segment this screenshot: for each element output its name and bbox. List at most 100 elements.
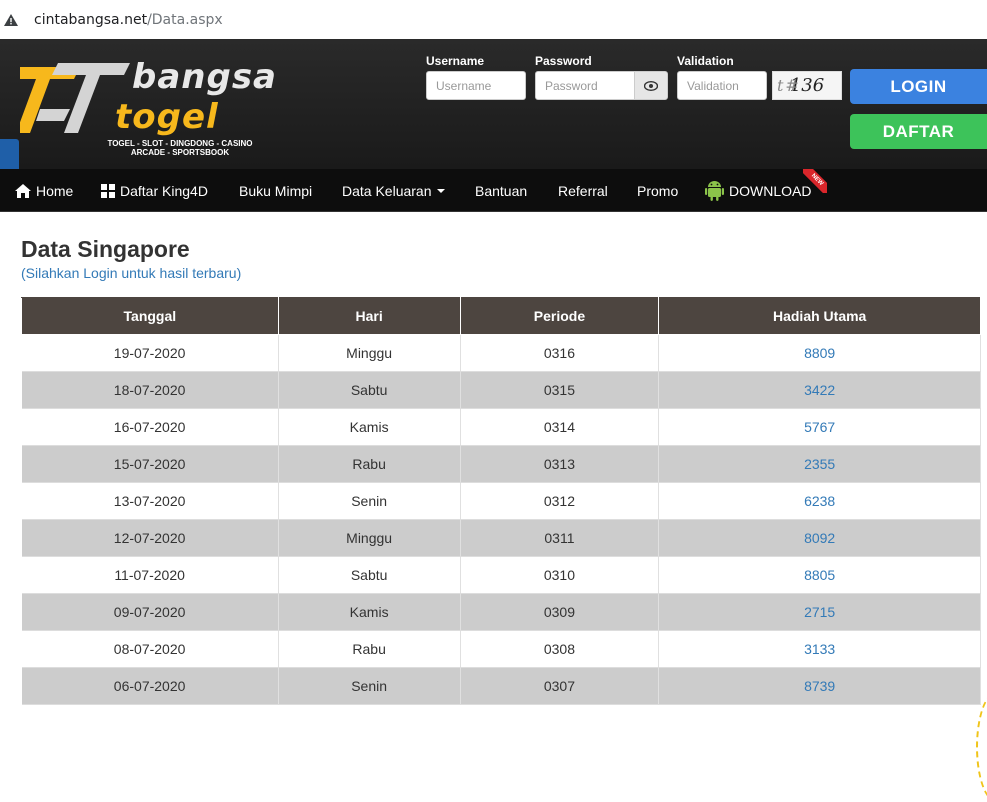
nav-promo[interactable]: Promo bbox=[637, 169, 678, 212]
header-hari: Hari bbox=[277, 297, 461, 335]
cell-hadiah-utama[interactable]: 5767 bbox=[658, 408, 981, 446]
cell-tanggal: 13-07-2020 bbox=[21, 482, 279, 520]
url-path: /Data.aspx bbox=[147, 11, 223, 28]
results-table: Tanggal Hari Periode Hadiah Utama 19-07-… bbox=[21, 297, 981, 705]
android-icon bbox=[705, 180, 724, 201]
password-label: Password bbox=[535, 54, 592, 68]
cell-periode: 0308 bbox=[460, 630, 660, 668]
nav-daftar-king4d[interactable]: Daftar King4D bbox=[101, 169, 208, 212]
home-icon bbox=[15, 183, 31, 198]
nav-download-label: DOWNLOAD bbox=[729, 182, 812, 199]
table-header-row: Tanggal Hari Periode Hadiah Utama bbox=[21, 297, 981, 335]
nav-data-keluaran-label: Data Keluaran bbox=[342, 182, 432, 199]
logo-word-togel: togel bbox=[115, 97, 219, 137]
site-logo[interactable]: bangsa togel TOGEL - SLOT - DINGDONG - C… bbox=[20, 57, 290, 157]
cell-hari: Minggu bbox=[278, 519, 461, 557]
cell-tanggal: 09-07-2020 bbox=[21, 593, 279, 631]
nav-daftar-king4d-label: Daftar King4D bbox=[120, 182, 208, 199]
cell-periode: 0307 bbox=[460, 667, 660, 705]
cell-hadiah-utama[interactable]: 3422 bbox=[658, 371, 981, 409]
show-password-button[interactable] bbox=[634, 71, 668, 100]
cell-periode: 0310 bbox=[460, 556, 660, 594]
cell-hadiah-utama[interactable]: 8809 bbox=[658, 334, 981, 372]
cell-periode: 0311 bbox=[460, 519, 660, 557]
cell-hadiah-utama[interactable]: 8739 bbox=[658, 667, 981, 705]
nav-download[interactable]: DOWNLOAD bbox=[705, 169, 811, 212]
table-row: 19-07-2020 Minggu 0316 8809 bbox=[21, 334, 981, 372]
cell-hadiah-utama[interactable]: 6238 bbox=[658, 482, 981, 520]
cell-tanggal: 06-07-2020 bbox=[21, 667, 279, 705]
cell-periode: 0316 bbox=[460, 334, 660, 372]
nav-referral-label: Referral bbox=[558, 182, 608, 199]
table-row: 11-07-2020 Sabtu 0310 8805 bbox=[21, 556, 981, 594]
caret-down-icon bbox=[436, 188, 445, 193]
cell-tanggal: 19-07-2020 bbox=[21, 334, 279, 372]
cell-hadiah-utama[interactable]: 8805 bbox=[658, 556, 981, 594]
nav-promo-label: Promo bbox=[637, 182, 679, 199]
validation-label: Validation bbox=[677, 54, 734, 68]
table-row: 13-07-2020 Senin 0312 6238 bbox=[21, 482, 981, 520]
nav-buku-mimpi[interactable]: Buku Mimpi bbox=[239, 169, 312, 212]
main-content: Data Singapore (Silahkan Login untuk has… bbox=[0, 212, 987, 802]
captcha-noise: t# bbox=[777, 76, 801, 95]
table-row: 16-07-2020 Kamis 0314 5767 bbox=[21, 408, 981, 446]
nav-bantuan[interactable]: Bantuan bbox=[475, 169, 527, 212]
nav-referral[interactable]: Referral bbox=[558, 169, 608, 212]
register-button[interactable]: DAFTAR bbox=[850, 114, 987, 149]
site-header: bangsa togel TOGEL - SLOT - DINGDONG - C… bbox=[0, 39, 987, 170]
table-row: 18-07-2020 Sabtu 0315 3422 bbox=[21, 371, 981, 409]
cell-hadiah-utama[interactable]: 8092 bbox=[658, 519, 981, 557]
table-row: 09-07-2020 Kamis 0309 2715 bbox=[21, 593, 981, 631]
cell-periode: 0312 bbox=[460, 482, 660, 520]
cell-hari: Minggu bbox=[278, 334, 461, 372]
login-hint-link[interactable]: (Silahkan Login untuk hasil terbaru) bbox=[21, 265, 241, 281]
nav-data-keluaran[interactable]: Data Keluaran bbox=[342, 169, 445, 212]
nav-home-label: Home bbox=[36, 182, 74, 199]
login-button[interactable]: LOGIN bbox=[850, 69, 987, 104]
cell-tanggal: 11-07-2020 bbox=[21, 556, 279, 594]
logo-word-bangsa: bangsa bbox=[132, 57, 278, 97]
cell-hari: Kamis bbox=[278, 593, 461, 631]
side-tab[interactable] bbox=[0, 139, 19, 170]
header-tanggal: Tanggal bbox=[21, 297, 279, 335]
captcha-image: t# 136 bbox=[772, 71, 842, 100]
cell-hadiah-utama[interactable]: 2355 bbox=[658, 445, 981, 483]
cell-tanggal: 08-07-2020 bbox=[21, 630, 279, 668]
cell-hari: Sabtu bbox=[278, 556, 461, 594]
validation-input[interactable]: Validation bbox=[677, 71, 767, 100]
cell-periode: 0313 bbox=[460, 445, 660, 483]
windows-icon bbox=[101, 183, 115, 198]
cell-hari: Rabu bbox=[278, 445, 461, 483]
table-row: 15-07-2020 Rabu 0313 2355 bbox=[21, 445, 981, 483]
cell-tanggal: 16-07-2020 bbox=[21, 408, 279, 446]
not-secure-warning-icon[interactable] bbox=[4, 13, 18, 26]
cell-periode: 0309 bbox=[460, 593, 660, 631]
table-row: 08-07-2020 Rabu 0308 3133 bbox=[21, 630, 981, 668]
logo-tagline-1: TOGEL - SLOT - DINGDONG - CASINO bbox=[107, 139, 253, 148]
cell-periode: 0314 bbox=[460, 408, 660, 446]
cell-periode: 0315 bbox=[460, 371, 660, 409]
nav-bantuan-label: Bantuan bbox=[475, 182, 528, 199]
nav-home[interactable]: Home bbox=[15, 169, 73, 212]
cell-hadiah-utama[interactable]: 3133 bbox=[658, 630, 981, 668]
logo-mark-icon bbox=[20, 63, 130, 133]
nav-buku-mimpi-label: Buku Mimpi bbox=[239, 182, 313, 199]
cell-hadiah-utama[interactable]: 2715 bbox=[658, 593, 981, 631]
table-row: 06-07-2020 Senin 0307 8739 bbox=[21, 667, 981, 705]
username-input[interactable]: Username bbox=[426, 71, 526, 100]
eye-icon bbox=[644, 80, 658, 91]
cell-tanggal: 15-07-2020 bbox=[21, 445, 279, 483]
url-text[interactable]: cintabangsa.net/Data.aspx bbox=[34, 12, 223, 28]
password-input[interactable]: Password bbox=[535, 71, 635, 100]
page-title: Data Singapore bbox=[21, 236, 190, 262]
logo-tagline-2: ARCADE - SPORTSBOOK bbox=[130, 148, 230, 157]
cell-hari: Senin bbox=[278, 482, 461, 520]
url-host: cintabangsa.net bbox=[34, 11, 148, 28]
cell-hari: Kamis bbox=[278, 408, 461, 446]
main-nav: Home Daftar King4D Buku Mimpi Data Kelua… bbox=[0, 169, 987, 212]
decorative-circle bbox=[976, 692, 987, 802]
browser-address-bar[interactable]: cintabangsa.net/Data.aspx bbox=[0, 0, 987, 39]
cell-hari: Senin bbox=[278, 667, 461, 705]
new-badge: NEW bbox=[803, 169, 827, 193]
username-label: Username bbox=[426, 54, 485, 68]
